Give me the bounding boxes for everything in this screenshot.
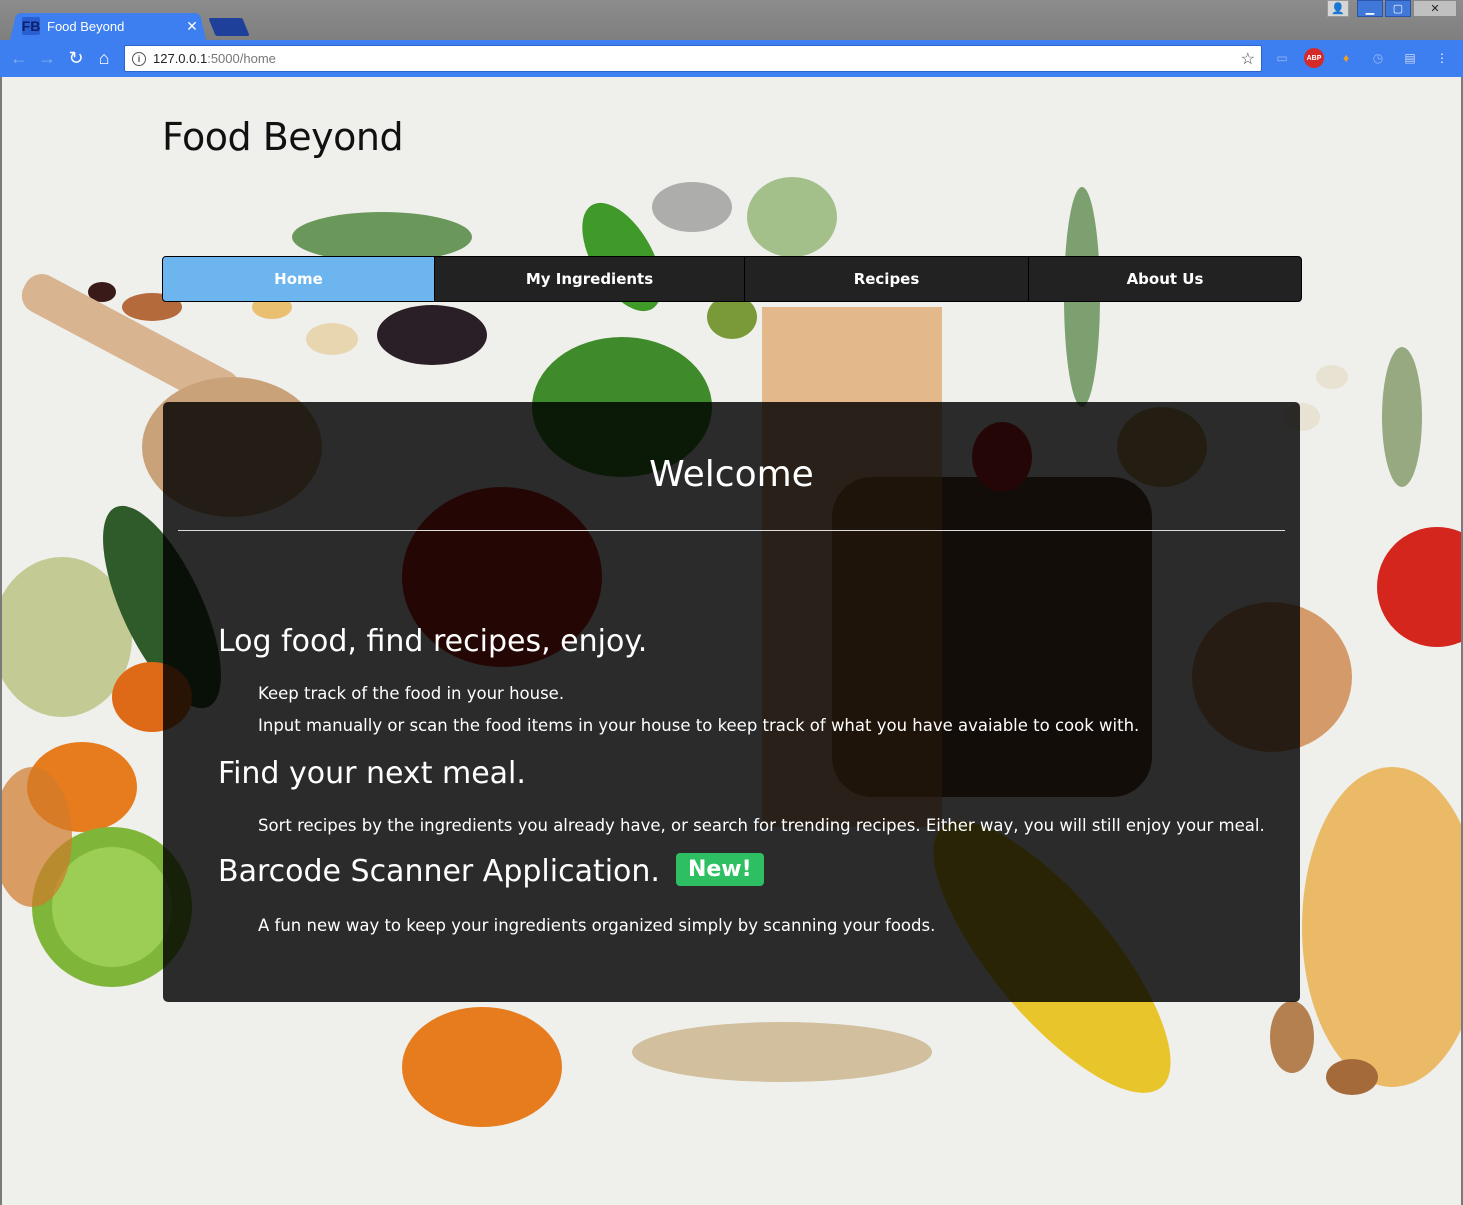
feature-text: A fun new way to keep your ingredients o… [258, 916, 936, 935]
adblock-icon[interactable]: ABP [1304, 48, 1324, 68]
site-title: Food Beyond [162, 115, 404, 159]
feature-text: Keep track of the food in your house. [258, 684, 565, 703]
feature-title-next-meal: Find your next meal. [218, 756, 526, 791]
feature-title-log-food: Log food, find recipes, enjoy. [218, 624, 648, 659]
nav-item-recipes[interactable]: Recipes [745, 257, 1029, 301]
cast-icon[interactable]: ▭ [1272, 48, 1292, 68]
back-arrow-icon[interactable]: ← [8, 47, 30, 69]
site-favicon-icon: FB [21, 17, 41, 35]
nav-item-home[interactable]: Home [163, 257, 435, 301]
info-icon[interactable]: i [132, 51, 146, 66]
new-tab-button[interactable] [208, 18, 250, 36]
feature-text: Sort recipes by the ingredients you alre… [258, 816, 1265, 835]
web-page: Food Beyond Home My Ingredients Recipes … [2, 77, 1461, 1205]
address-bar[interactable]: i 127.0.0.1:5000/home ☆ [124, 45, 1262, 72]
user-profile-icon[interactable]: 👤 [1327, 0, 1349, 17]
minimize-button[interactable]: ▁ [1357, 0, 1383, 17]
tab-title: Food Beyond [47, 18, 125, 34]
heading-divider [178, 530, 1285, 531]
main-navigation: Home My Ingredients Recipes About Us [162, 256, 1302, 302]
flame-extension-icon[interactable]: ♦ [1336, 48, 1356, 68]
maximize-button[interactable]: ▢ [1385, 0, 1411, 17]
new-badge: New! [675, 853, 764, 886]
menu-kebab-icon[interactable]: ⋮ [1432, 48, 1452, 68]
clock-extension-icon[interactable]: ◷ [1368, 48, 1388, 68]
forward-arrow-icon[interactable]: → [36, 47, 58, 69]
url-host: 127.0.0.1 [153, 51, 208, 66]
nav-item-about-us[interactable]: About Us [1029, 257, 1301, 301]
feature-title-text: Barcode Scanner Application. [218, 854, 660, 889]
nav-item-my-ingredients[interactable]: My Ingredients [435, 257, 745, 301]
feature-text: Input manually or scan the food items in… [258, 716, 1140, 735]
bookmark-star-icon[interactable]: ☆ [1241, 49, 1255, 69]
welcome-heading: Welcome [649, 454, 814, 495]
url-path: :5000/home [207, 51, 276, 66]
pdf-extension-icon[interactable]: ▤ [1400, 48, 1420, 68]
tab-close-icon[interactable]: ✕ [184, 18, 200, 35]
browser-tab[interactable]: FB Food Beyond ✕ [20, 13, 206, 39]
home-icon[interactable]: ⌂ [93, 47, 115, 69]
reload-icon[interactable]: ↻ [65, 47, 87, 69]
welcome-panel: Welcome Log food, find recipes, enjoy. K… [163, 402, 1300, 1002]
window-controls: 👤 ▁ ▢ ✕ [1327, 0, 1457, 17]
close-window-button[interactable]: ✕ [1413, 0, 1457, 17]
feature-title-barcode-scanner: Barcode Scanner Application. New! [218, 853, 764, 889]
